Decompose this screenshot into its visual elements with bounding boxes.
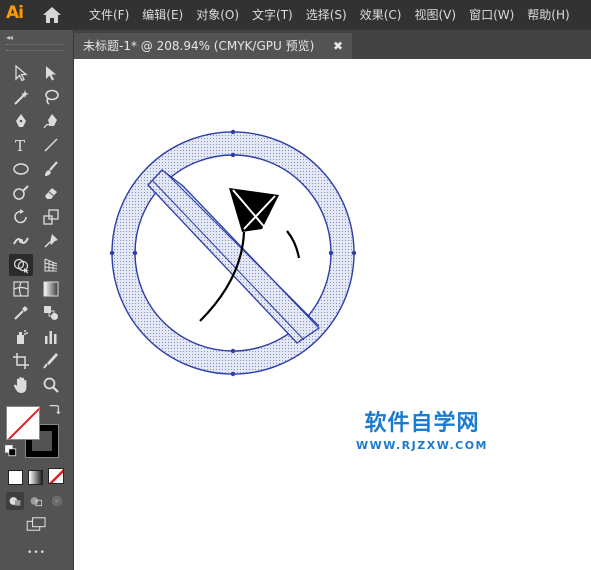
fill-swatch[interactable]: [6, 406, 40, 440]
menu-effect[interactable]: 效果(C): [360, 0, 415, 30]
close-icon[interactable]: ✖: [333, 33, 343, 59]
color-mode-button[interactable]: [8, 470, 23, 485]
menu-bar: Ai 文件(F) 编辑(E) 对象(O) 文字(T) 选择(S) 效果(C) 视…: [0, 0, 591, 30]
artwork: [109, 129, 357, 377]
document-tab-title: 未标题-1* @ 208.94% (CMYK/GPU 预览): [83, 39, 315, 53]
eyedropper-tool-icon[interactable]: [10, 302, 32, 324]
menu-select[interactable]: 选择(S): [306, 0, 360, 30]
tools-panel: ◂◂ T •••: [0, 30, 74, 570]
curvature-tool-icon[interactable]: [40, 110, 62, 132]
selection-tool-icon[interactable]: [10, 62, 32, 84]
symbol-sprayer-tool-icon[interactable]: [10, 326, 32, 348]
draw-normal-icon[interactable]: [6, 492, 24, 510]
document-tab[interactable]: 未标题-1* @ 208.94% (CMYK/GPU 预览) ✖: [74, 33, 352, 59]
app-logo: Ai: [6, 3, 24, 23]
artboard-canvas[interactable]: 软件自学网 WWW.RJZXW.COM: [74, 59, 591, 570]
hand-tool-icon[interactable]: [10, 374, 32, 396]
type-tool-icon[interactable]: T: [10, 134, 32, 156]
more-tools-icon[interactable]: •••: [27, 548, 46, 558]
watermark: 软件自学网 WWW.RJZXW.COM: [347, 405, 497, 452]
zoom-tool-icon[interactable]: [40, 374, 62, 396]
main-menu: 文件(F) 编辑(E) 对象(O) 文字(T) 选择(S) 效果(C) 视图(V…: [89, 0, 583, 30]
none-icon: [49, 469, 63, 483]
home-icon[interactable]: [42, 6, 62, 24]
menu-file[interactable]: 文件(F): [89, 0, 142, 30]
menu-edit[interactable]: 编辑(E): [142, 0, 196, 30]
line-segment-tool-icon[interactable]: [40, 134, 62, 156]
panel-grip[interactable]: [6, 44, 64, 51]
blend-tool-icon[interactable]: [40, 302, 62, 324]
mesh-tool-icon[interactable]: [10, 278, 32, 300]
draw-behind-icon[interactable]: [27, 492, 45, 510]
rotate-tool-icon[interactable]: [10, 206, 32, 228]
lasso-tool-icon[interactable]: [40, 86, 62, 108]
menu-help[interactable]: 帮助(H): [527, 0, 582, 30]
direct-selection-tool-icon[interactable]: [40, 62, 62, 84]
magic-wand-tool-icon[interactable]: [10, 86, 32, 108]
watermark-title: 软件自学网: [364, 411, 480, 436]
shaper-tool-icon[interactable]: [10, 182, 32, 204]
paintbrush-tool-icon[interactable]: [40, 158, 62, 180]
watermark-url: WWW.RJZXW.COM: [356, 439, 488, 452]
screen-mode-icon[interactable]: [24, 515, 50, 533]
bar-guide-line: [152, 180, 305, 341]
menu-window[interactable]: 窗口(W): [469, 0, 527, 30]
none-fill-icon: [7, 407, 39, 439]
swap-fill-stroke-icon[interactable]: [46, 402, 62, 418]
document-tab-bar: 未标题-1* @ 208.94% (CMYK/GPU 预览) ✖: [74, 30, 591, 59]
eraser-tool-icon[interactable]: [40, 182, 62, 204]
svg-text:T: T: [15, 137, 25, 154]
kite-tail[interactable]: [286, 230, 301, 259]
menu-object[interactable]: 对象(O): [196, 0, 252, 30]
gradient-mode-button[interactable]: [28, 470, 43, 485]
column-graph-tool-icon[interactable]: [40, 326, 62, 348]
ellipse-tool-icon[interactable]: [10, 158, 32, 180]
default-fill-stroke-icon[interactable]: [4, 444, 18, 458]
collapse-panel-icon[interactable]: ◂◂: [6, 33, 13, 42]
slice-tool-icon[interactable]: [40, 350, 62, 372]
pen-tool-icon[interactable]: [10, 110, 32, 132]
shape-builder-tool-icon[interactable]: [9, 254, 33, 276]
scale-tool-icon[interactable]: [40, 206, 62, 228]
menu-view[interactable]: 视图(V): [414, 0, 469, 30]
none-mode-button[interactable]: [48, 468, 64, 484]
menu-type[interactable]: 文字(T): [252, 0, 306, 30]
puppet-warp-tool-icon[interactable]: [40, 230, 62, 252]
gradient-tool-icon[interactable]: [40, 278, 62, 300]
artboard-tool-icon[interactable]: [10, 350, 32, 372]
width-tool-icon[interactable]: [10, 230, 32, 252]
perspective-grid-tool-icon[interactable]: [40, 254, 62, 276]
draw-inside-icon[interactable]: [48, 492, 66, 510]
